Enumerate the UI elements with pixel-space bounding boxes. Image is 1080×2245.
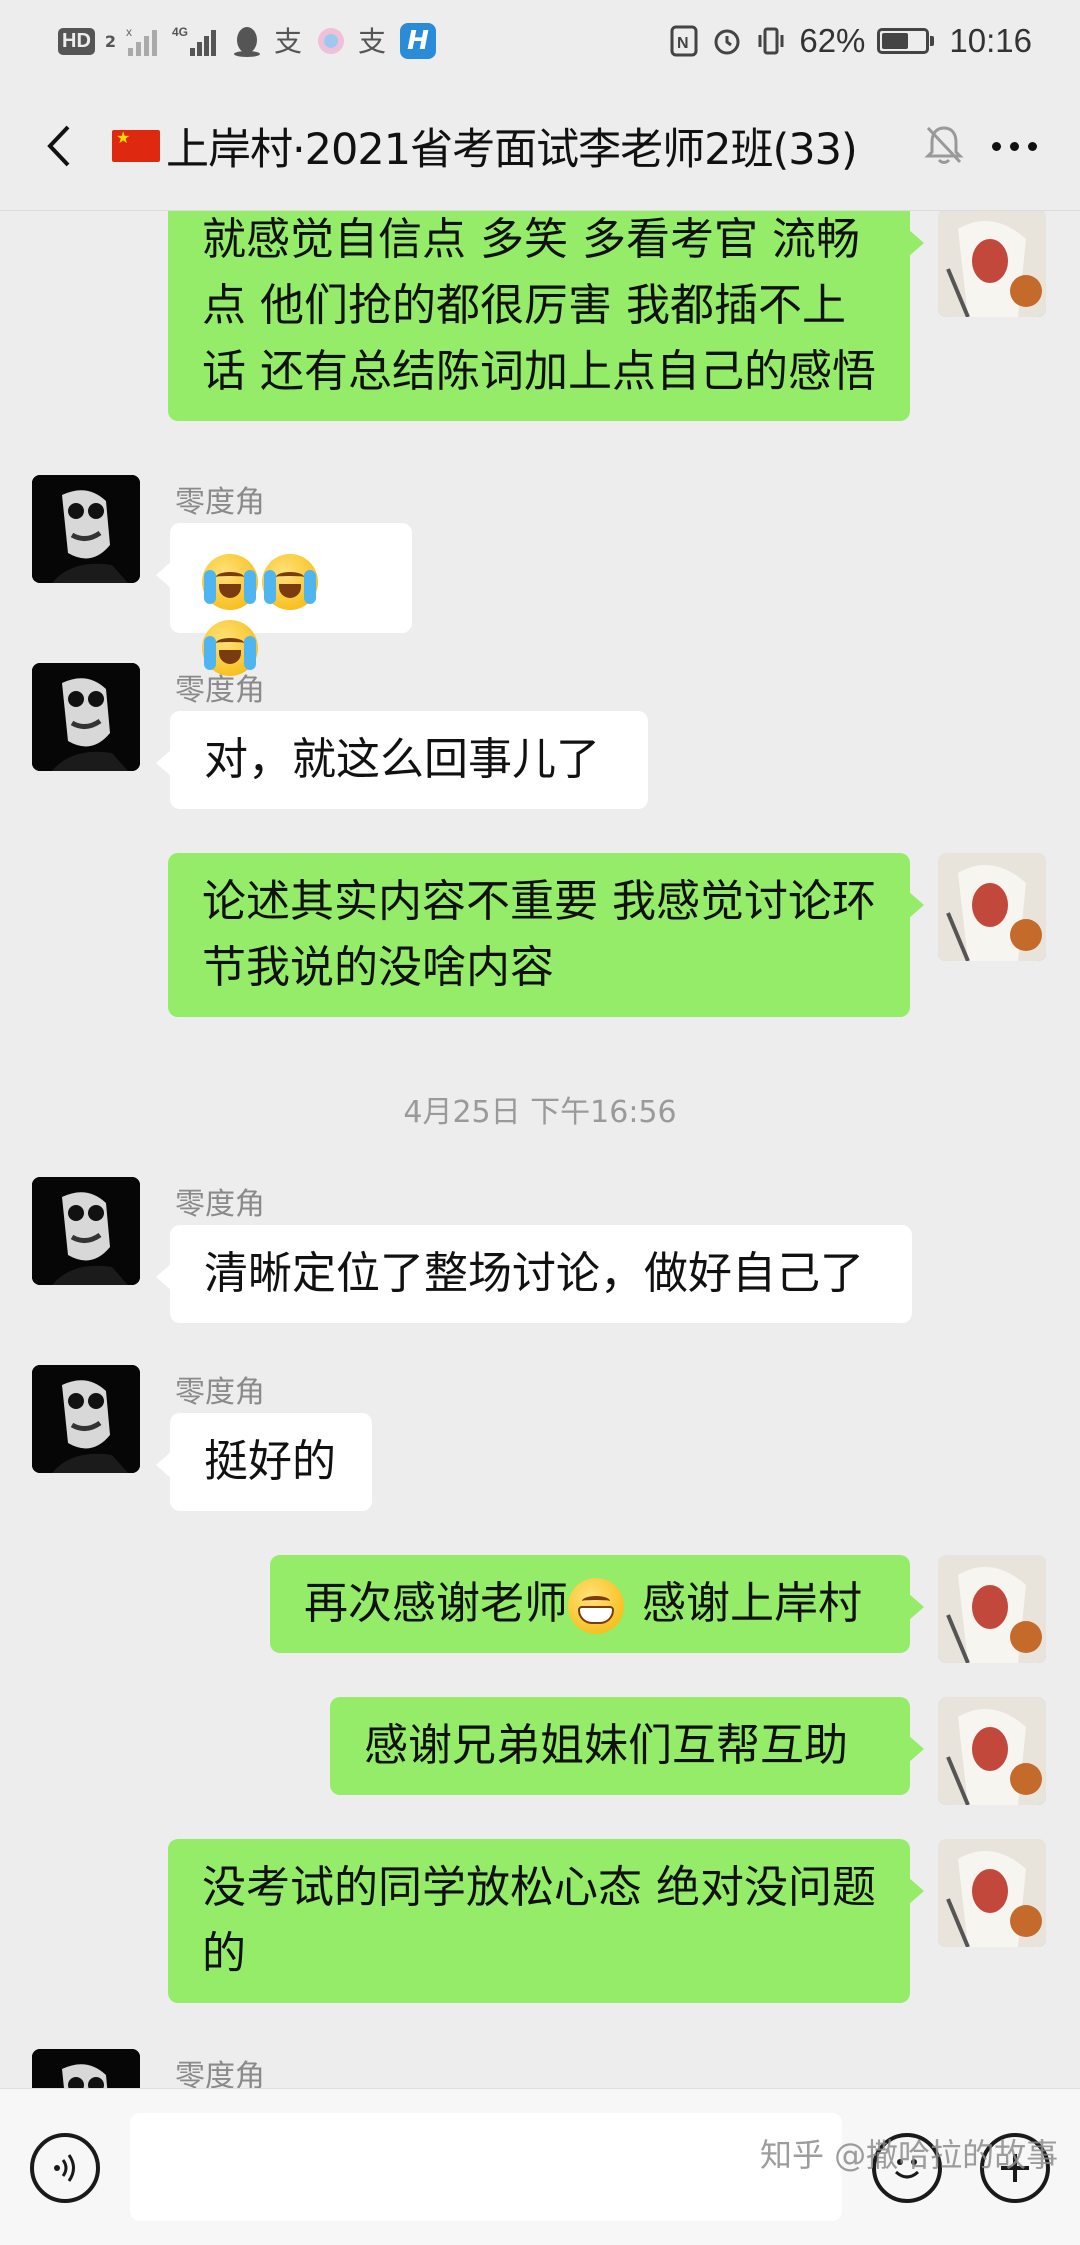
message-text: 论述其实内容不重要 我感觉讨论环节我说的没啥内容 (202, 876, 876, 993)
smiley-icon (894, 2159, 920, 2179)
penguin-icon (232, 24, 262, 58)
my-avatar[interactable] (938, 853, 1046, 961)
emoji-button[interactable] (872, 2133, 942, 2203)
voice-input-button[interactable] (30, 2133, 100, 2203)
basketball-player-avatar-icon (938, 1555, 1046, 1663)
my-avatar[interactable] (938, 1697, 1046, 1805)
message-text: 清晰定位了整场讨论，做好自己了 (204, 1248, 864, 1299)
sender-name: 零度角 (175, 1187, 265, 1222)
message-bubble-incoming[interactable] (156, 523, 412, 676)
sunglasses-man-avatar-icon (32, 1365, 140, 1473)
browser-icon (316, 26, 346, 56)
input-bar (0, 2088, 1080, 2245)
svg-text:N: N (677, 35, 689, 52)
svg-text:支: 支 (358, 25, 386, 58)
message-text: 挺好的 (204, 1436, 336, 1487)
sunglasses-man-avatar-icon (32, 2049, 140, 2088)
crying-laughing-emoji-icon (202, 554, 258, 610)
message-bubble-outgoing[interactable]: 感谢兄弟姐妹们互帮互助 (330, 1697, 924, 1795)
status-bar-left: HD 2 x 4G 支 支 H (58, 14, 437, 68)
message-bubble-outgoing[interactable]: 论述其实内容不重要 我感觉讨论环节我说的没啥内容 (168, 853, 924, 1017)
alipay-icon: 支 (272, 24, 306, 58)
sunglasses-man-avatar-icon (32, 1177, 140, 1285)
message-bubble-outgoing[interactable]: 没考试的同学放松心态 绝对没问题的 (168, 1839, 924, 2003)
sender-name: 零度角 (175, 673, 265, 708)
dot-icon (991, 141, 1001, 151)
my-avatar[interactable] (938, 1839, 1046, 1947)
app-notification-icon: H (400, 23, 437, 59)
grinning-emoji-icon (568, 1578, 624, 1634)
message-bubble-incoming[interactable]: 对，就这么回事儿了 (156, 711, 648, 809)
message-input[interactable] (130, 2113, 842, 2221)
signal-4g-icon: 4G (172, 24, 222, 58)
battery-fill (882, 33, 909, 49)
my-avatar[interactable] (938, 1555, 1046, 1663)
message-bubble-incoming[interactable]: 清晰定位了整场讨论，做好自己了 (156, 1225, 912, 1323)
message-text: 没考试的同学放松心态 绝对没问题的 (202, 1862, 876, 1979)
mute-bell-icon (924, 126, 964, 164)
sender-name: 零度角 (175, 2059, 265, 2088)
vibrate-icon (755, 25, 787, 57)
message-text: 就感觉自信点 多笑 多看考官 流畅点 他们抢的都很厉害 我都插不上话 还有总结陈… (202, 214, 876, 397)
message-text: 感谢上岸村 (628, 1578, 862, 1629)
signal-icon: x (126, 24, 162, 58)
status-bar: HD 2 x 4G 支 支 H N 62% 10:16 (0, 0, 1080, 82)
hd-badge: HD (58, 27, 95, 55)
my-avatar[interactable] (938, 211, 1046, 317)
svg-text:x: x (126, 25, 132, 39)
basketball-player-avatar-icon (938, 1839, 1046, 1947)
sender-name: 零度角 (175, 485, 265, 520)
basketball-player-avatar-icon (938, 1697, 1046, 1805)
basketball-player-avatar-icon (938, 211, 1046, 317)
message-list[interactable]: 就感觉自信点 多笑 多看考官 流畅点 他们抢的都很厉害 我都插不上话 还有总结陈… (0, 211, 1080, 2088)
message-bubble-incoming[interactable]: 挺好的 (156, 1413, 372, 1511)
sender-avatar[interactable] (32, 1177, 140, 1285)
sender-avatar[interactable] (32, 1365, 140, 1473)
dot-icon (1009, 141, 1019, 151)
sunglasses-man-avatar-icon (32, 663, 140, 771)
battery-icon (877, 28, 935, 54)
plus-icon (1001, 2154, 1029, 2182)
more-features-button[interactable] (980, 2133, 1050, 2203)
message-timestamp: 4月25日 下午16:56 (403, 1095, 677, 1130)
svg-text:4G: 4G (172, 25, 188, 39)
clock: 10:16 (949, 22, 1032, 59)
sender-avatar[interactable] (32, 2049, 140, 2088)
chat-header: 上岸村·2021省考面试李老师2班(33) (0, 82, 1080, 211)
sender-avatar[interactable] (32, 475, 140, 583)
message-text: 感谢兄弟姐妹们互帮互助 (364, 1720, 848, 1771)
back-arrow-icon (47, 125, 70, 167)
message-bubble-outgoing[interactable]: 就感觉自信点 多笑 多看考官 流畅点 他们抢的都很厉害 我都插不上话 还有总结陈… (168, 211, 924, 421)
sender-name: 零度角 (175, 1375, 265, 1410)
china-flag-icon (112, 128, 160, 162)
hd-sub-label: 2 (104, 31, 117, 51)
alipay-icon-2: 支 (356, 24, 390, 58)
more-options-button[interactable] (974, 118, 1054, 174)
message-text: 对，就这么回事儿了 (204, 734, 600, 785)
battery-percent: 62% (799, 22, 866, 59)
message-text: 再次感谢老师 (304, 1578, 568, 1629)
chat-title-area[interactable]: 上岸村·2021省考面试李老师2班(33) (112, 110, 912, 182)
alarm-icon (711, 25, 743, 57)
nfc-icon: N (669, 24, 699, 58)
message-bubble-outgoing[interactable]: 再次感谢老师 感谢上岸村 (270, 1555, 924, 1653)
chat-title: 上岸村·2021省考面试李老师2班(33) (166, 125, 858, 175)
dot-icon (1027, 141, 1037, 151)
svg-text:支: 支 (274, 25, 302, 58)
back-button[interactable] (30, 116, 90, 176)
voice-wave-icon (54, 2154, 75, 2182)
sunglasses-man-avatar-icon (32, 475, 140, 583)
crying-laughing-emoji-icon (262, 554, 318, 610)
basketball-player-avatar-icon (938, 853, 1046, 961)
sender-avatar[interactable] (32, 663, 140, 771)
status-bar-right: N 62% 10:16 (669, 14, 1032, 68)
